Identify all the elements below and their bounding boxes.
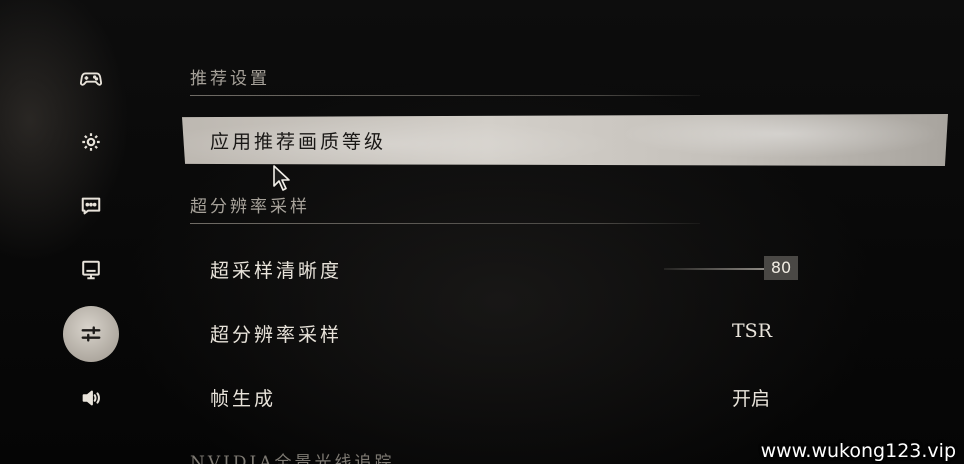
sharpness-label: 超采样清晰度 [210,260,343,282]
sidebar-item-display[interactable] [63,242,119,298]
setting-row-upscaling[interactable]: 超分辨率采样 TSR [190,312,800,352]
mouse-cursor-icon [273,165,290,191]
watermark-text: www.wukong123.vip [760,440,956,462]
section-title: 推荐设置 [190,69,270,89]
sliders-icon [81,326,101,342]
monitor-icon [82,260,100,280]
chat-icon [81,197,101,215]
setting-row-sharpness[interactable]: 超采样清晰度 80 [190,248,800,288]
setting-row-frame-generation[interactable]: 帧生成 开启 [190,376,800,416]
apply-recommended-quality-button[interactable]: 应用推荐画质等级 [182,114,948,166]
frame-generation-label: 帧生成 [210,388,277,410]
gamepad-icon [80,72,102,86]
frame-generation-value[interactable]: 开启 [732,384,770,411]
upscaling-label: 超分辨率采样 [210,324,343,346]
gear-icon [82,133,100,151]
section-divider [190,223,700,224]
apply-recommended-label: 应用推荐画质等级 [210,131,387,153]
sidebar-item-general[interactable] [63,114,119,170]
section-header-super-resolution: 超分辨率采样 [190,192,700,224]
section-header-ray-tracing: NVIDIA全景光线追踪 [190,453,395,464]
speaker-icon [82,390,100,406]
sidebar-item-chat[interactable] [63,178,119,234]
sidebar-item-graphics[interactable] [63,306,119,362]
sharpness-value: 80 [764,256,798,280]
sharpness-slider[interactable]: 80 [664,256,798,280]
sidebar-item-controls[interactable] [63,50,119,106]
section-header-recommended: 推荐设置 [190,64,700,96]
sidebar-item-audio[interactable] [63,370,119,426]
settings-screen: 推荐设置 应用推荐画质等级 超分辨率采样 超采样清晰度 80 超分辨率采样 TS… [0,0,964,464]
section-divider [190,95,700,96]
section-title: 超分辨率采样 [190,197,310,217]
upscaling-value[interactable]: TSR [732,320,772,342]
slider-track[interactable] [664,268,764,270]
